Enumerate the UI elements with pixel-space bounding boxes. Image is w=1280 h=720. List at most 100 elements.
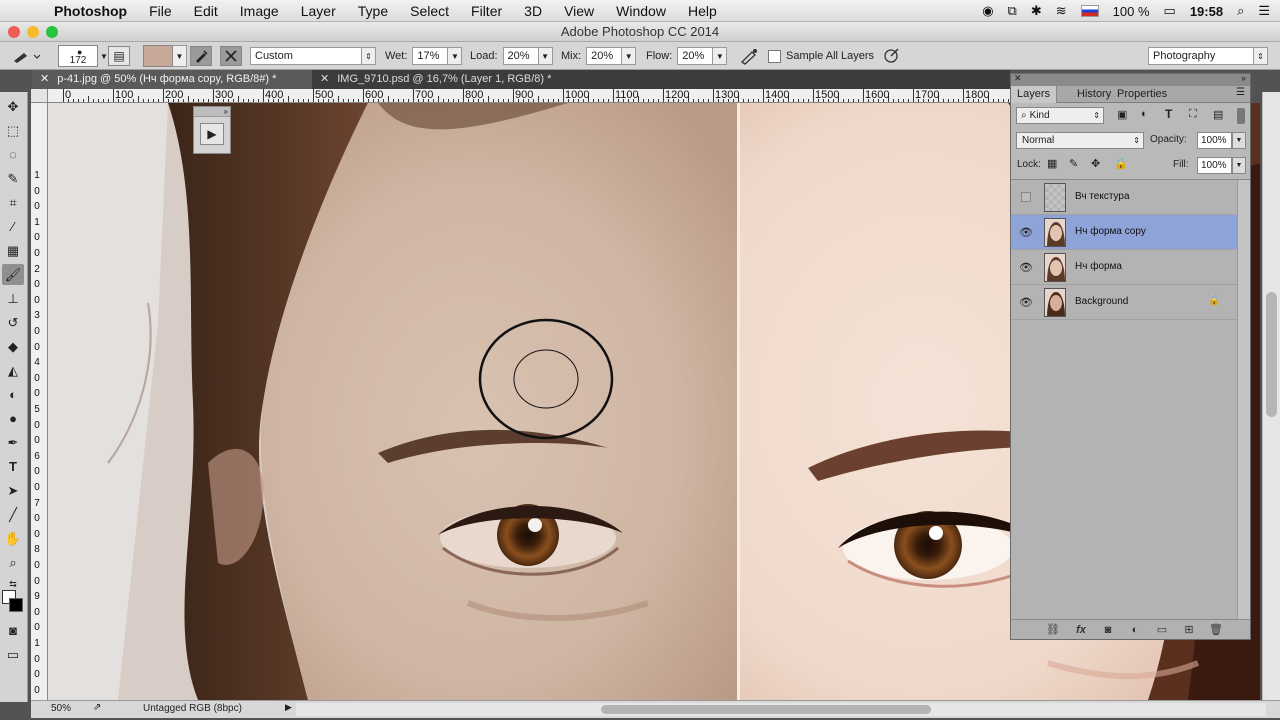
pressure-size-toggle[interactable] (882, 46, 902, 66)
visibility-toggle-off[interactable] (1019, 190, 1033, 204)
tab-properties[interactable]: Properties (1111, 86, 1173, 103)
menu-filter[interactable]: Filter (471, 3, 502, 19)
screen-mode-icon[interactable]: ▭ (2, 644, 24, 665)
new-layer-icon[interactable]: ⊞ (1181, 622, 1197, 638)
menu-window[interactable]: Window (616, 3, 666, 19)
fx-icon[interactable]: fx (1073, 622, 1089, 638)
clean-brush-button[interactable] (220, 46, 242, 66)
dodge-tool-icon[interactable]: ◐ (2, 384, 24, 405)
menu-file[interactable]: File (149, 3, 172, 19)
wet-dropdown-arrow-icon[interactable]: ▼ (448, 47, 463, 65)
filter-shape-icon[interactable]: ⛶ (1189, 108, 1197, 121)
horizontal-scroll-thumb[interactable] (601, 705, 931, 714)
line-tool-icon[interactable]: ╱ (2, 504, 24, 525)
lasso-tool-icon[interactable]: ◌ (2, 144, 24, 165)
filter-type-icon[interactable]: T (1165, 107, 1172, 121)
clock[interactable]: 19:58 (1190, 4, 1223, 19)
minimize-window-button[interactable] (27, 26, 39, 38)
brush-panel-toggle[interactable]: ▤ (108, 46, 130, 66)
horizontal-ruler[interactable]: 0 100 200 300 400 500 600 700 800 900 1000 1100 1200… (48, 89, 1010, 103)
sample-all-layers-option[interactable]: Sample All Layers (768, 46, 874, 66)
eraser-tool-icon[interactable]: ◆ (2, 336, 24, 357)
zoom-level[interactable]: 50% (51, 703, 71, 714)
notification-center-icon[interactable]: ☰ (1258, 3, 1270, 19)
lock-position-icon[interactable]: ✥ (1091, 157, 1100, 170)
mix-input[interactable]: 20% (586, 47, 623, 65)
share-doc-icon[interactable]: ⇗ (93, 702, 101, 713)
new-group-folder-icon[interactable]: ▭ (1154, 622, 1170, 638)
fill-input[interactable]: 100% (1197, 157, 1232, 174)
filter-toggle-switch[interactable] (1237, 108, 1245, 124)
mix-dropdown-arrow-icon[interactable]: ▼ (622, 47, 637, 65)
tab-layers[interactable]: Layers (1011, 86, 1058, 103)
quick-mask-icon[interactable]: ◙ (2, 620, 24, 641)
menu-view[interactable]: View (564, 3, 594, 19)
add-mask-icon[interactable]: ◙ (1100, 622, 1116, 638)
tab-document-2[interactable]: ✕ IMG_9710.psd @ 16,7% (Layer 1, RGB/8) * (312, 70, 582, 89)
menu-help[interactable]: Help (688, 3, 717, 19)
layers-list-scrollbar[interactable] (1237, 180, 1250, 620)
tool-preset-picker[interactable] (10, 46, 40, 66)
zoom-tool-icon[interactable]: ⌕ (2, 552, 24, 573)
workspace-switcher[interactable]: Photography ⇕ (1148, 46, 1268, 66)
clone-stamp-tool-icon[interactable]: ⊥ (2, 288, 24, 309)
flow-input[interactable]: 20% (677, 47, 714, 65)
layer-row-nch-forma-copy[interactable]: 👁 Нч форма copy (1011, 215, 1237, 250)
opacity-input[interactable]: 100% (1197, 132, 1232, 149)
menu-layer[interactable]: Layer (301, 3, 336, 19)
horizontal-scrollbar[interactable] (296, 703, 1266, 716)
brush-dropdown-arrow-icon[interactable]: ▼ (100, 52, 108, 61)
wifi-icon[interactable]: ≋ (1056, 3, 1067, 19)
hand-tool-icon[interactable]: ✋ (2, 528, 24, 549)
layer-row-nch-forma[interactable]: 👁 Нч форма (1011, 250, 1237, 285)
mix-preset-arrow-icon[interactable]: ⇕ (362, 47, 376, 65)
opacity-dropdown-arrow-icon[interactable]: ▼ (1232, 132, 1246, 149)
brush-size-picker[interactable]: ● 172 ▼ (58, 45, 108, 67)
panel-drag-bar[interactable]: ✕ » (1011, 73, 1250, 86)
menu-photoshop[interactable]: Photoshop (54, 3, 127, 19)
airbrush-toggle[interactable] (739, 46, 759, 66)
load-dropdown-arrow-icon[interactable]: ▼ (538, 47, 553, 65)
load-input[interactable]: 20% (502, 47, 539, 65)
lock-transparent-icon[interactable]: ▦ (1047, 157, 1057, 170)
eye-icon[interactable]: 👁 (1019, 260, 1033, 274)
screens-icon[interactable]: ⧉ (1008, 3, 1017, 19)
current-reservoir-swatch[interactable]: ▼ (143, 45, 187, 67)
move-tool-icon[interactable]: ✥ (2, 96, 24, 117)
type-tool-icon[interactable]: T (2, 456, 24, 477)
battery-label[interactable]: 100 % (1113, 4, 1150, 19)
link-layers-icon[interactable]: ⛓ (1045, 622, 1061, 638)
menu-select[interactable]: Select (410, 3, 449, 19)
canvas-vertical-scrollbar[interactable] (1262, 92, 1280, 700)
filter-adjustment-icon[interactable]: ◐ (1141, 108, 1148, 120)
battery-icon[interactable]: ▭ (1164, 3, 1176, 19)
wet-input[interactable]: 17% (412, 47, 449, 65)
path-selection-tool-icon[interactable]: ➤ (2, 480, 24, 501)
eye-icon[interactable]: 👁 (1019, 295, 1033, 309)
status-menu-arrow-icon[interactable]: ▶ (285, 702, 292, 713)
record-icon[interactable]: ◉ (982, 3, 993, 19)
quick-select-tool-icon[interactable]: ✎ (2, 168, 24, 189)
menu-image[interactable]: Image (240, 3, 279, 19)
panel-menu-icon[interactable]: ☰ (1236, 87, 1245, 98)
background-color-swatch[interactable] (9, 598, 23, 612)
vertical-scroll-thumb[interactable] (1266, 292, 1277, 417)
workspace-arrow-icon[interactable]: ⇕ (1254, 47, 1268, 65)
blend-mode-dropdown[interactable]: Normal ⇕ (1016, 132, 1144, 149)
brush-panel-icon[interactable]: ▤ (108, 46, 130, 66)
play-button-icon[interactable]: ▶ (200, 123, 224, 145)
healing-brush-tool-icon[interactable]: ▦ (2, 240, 24, 261)
new-adjustment-layer-icon[interactable]: ◐ (1127, 622, 1143, 638)
panel-close-icon[interactable]: ✕ (1014, 73, 1022, 84)
crop-tool-icon[interactable]: ⌗ (2, 192, 24, 213)
lock-all-icon[interactable]: 🔒 (1114, 157, 1128, 170)
pen-tool-icon[interactable]: ✒ (2, 432, 24, 453)
workspace-value[interactable]: Photography (1148, 47, 1254, 65)
filter-kind-dropdown[interactable]: ⌕ Kind ⇕ (1016, 107, 1104, 124)
load-brush-button[interactable] (190, 46, 212, 66)
lock-pixels-icon[interactable]: ✎ (1069, 157, 1078, 170)
menu-3d[interactable]: 3D (524, 3, 542, 19)
tab-close-icon[interactable]: ✕ (40, 73, 49, 85)
filter-smart-object-icon[interactable]: ▤ (1213, 108, 1223, 121)
bluetooth-icon[interactable]: ✱ (1031, 3, 1042, 19)
